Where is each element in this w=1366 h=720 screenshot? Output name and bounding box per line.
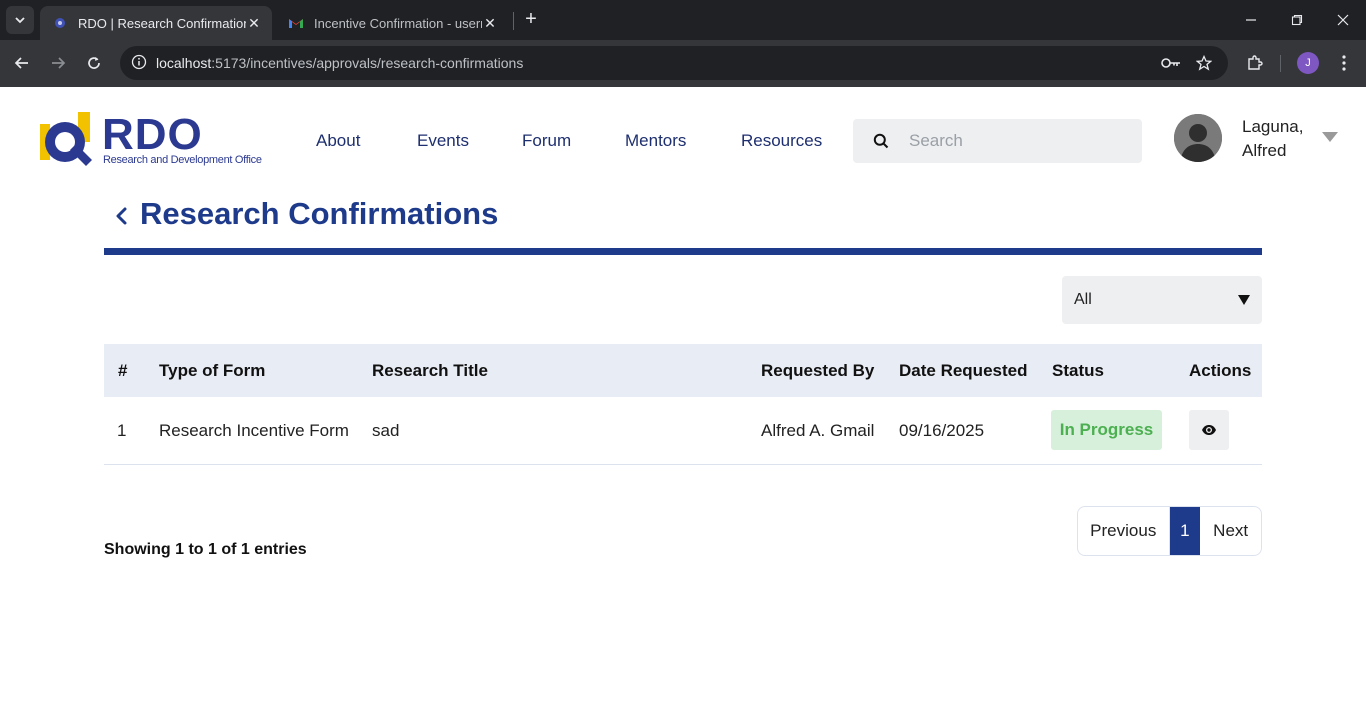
password-key-icon[interactable] xyxy=(1156,46,1186,80)
browser-tab-gmail[interactable]: Incentive Confirmation - usernu ✕ xyxy=(276,6,508,40)
page-title: Research Confirmations xyxy=(140,196,499,231)
chevron-down-icon xyxy=(15,17,25,24)
cell-requested-by: Alfred A. Gmail xyxy=(761,421,875,440)
rdo-logo[interactable]: RDO Research and Development Office xyxy=(40,112,280,172)
cell-title: sad xyxy=(372,421,400,440)
next-page-button[interactable]: Next xyxy=(1200,507,1261,555)
nav-forum[interactable]: Forum xyxy=(522,131,571,151)
close-icon xyxy=(1337,14,1349,26)
nav-about[interactable]: About xyxy=(316,131,360,151)
gmail-icon xyxy=(288,15,304,31)
toolbar-separator xyxy=(1280,55,1281,72)
user-last-name: Laguna, xyxy=(1242,117,1304,136)
more-vert-icon xyxy=(1342,55,1346,71)
cell-date: 09/16/2025 xyxy=(899,421,985,440)
column-header-number: # xyxy=(118,361,128,380)
tab-close-icon[interactable]: ✕ xyxy=(482,15,498,32)
address-bar[interactable]: localhost:5173/incentives/approvals/rese… xyxy=(120,46,1228,80)
arrow-right-icon xyxy=(52,57,66,69)
filter-selected-value: All xyxy=(1074,291,1092,308)
reload-icon xyxy=(88,57,100,69)
tab-title: RDO | Research Confirmation xyxy=(78,15,246,31)
title-divider xyxy=(104,248,1262,255)
user-name[interactable]: Laguna, Alfred xyxy=(1242,115,1303,163)
rdo-favicon-icon xyxy=(52,15,68,31)
column-header-actions: Actions xyxy=(1189,361,1252,380)
logo-wordmark: RDO xyxy=(102,110,203,159)
view-button[interactable] xyxy=(1189,410,1229,450)
minimize-icon xyxy=(1246,19,1256,21)
pagination: Previous 1 Next xyxy=(1077,506,1262,556)
page-1-button[interactable]: 1 xyxy=(1169,507,1201,555)
minimize-button[interactable] xyxy=(1228,0,1274,40)
site-search xyxy=(853,119,1142,163)
nav-mentors[interactable]: Mentors xyxy=(625,131,686,151)
restore-button[interactable] xyxy=(1274,0,1320,40)
tab-separator xyxy=(513,12,514,30)
logo-subtitle: Research and Development Office xyxy=(103,154,262,166)
table-row: 1 Research Incentive Form sad Alfred A. … xyxy=(104,397,1262,465)
column-header-status: Status xyxy=(1052,361,1104,380)
cell-type: Research Incentive Form xyxy=(159,421,349,440)
dropdown-caret-icon xyxy=(1238,295,1250,305)
table-header: # Type of Form Research Title Requested … xyxy=(104,344,1262,397)
column-header-title: Research Title xyxy=(372,361,488,380)
browser-tab-bar: RDO | Research Confirmation ✕ Incentive … xyxy=(0,0,1366,40)
profile-avatar[interactable]: J xyxy=(1297,52,1319,74)
new-tab-button[interactable]: + xyxy=(520,8,542,30)
arrow-left-icon xyxy=(14,57,28,69)
search-input[interactable] xyxy=(909,131,1129,151)
back-chevron-icon[interactable] xyxy=(112,204,134,228)
forward-button[interactable] xyxy=(45,50,71,76)
browser-tab-active[interactable]: RDO | Research Confirmation ✕ xyxy=(40,6,272,40)
extensions-button[interactable] xyxy=(1242,50,1268,76)
column-header-type: Type of Form xyxy=(159,361,266,380)
url-host: localhost xyxy=(156,55,212,71)
restore-icon xyxy=(1291,14,1303,26)
browser-toolbar: localhost:5173/incentives/approvals/rese… xyxy=(0,40,1366,87)
browser-menu-button[interactable] xyxy=(1331,50,1357,76)
status-filter-select[interactable]: All xyxy=(1062,276,1262,324)
rdo-q-logo-icon xyxy=(40,112,92,166)
column-header-date: Date Requested xyxy=(899,361,1028,380)
puzzle-icon xyxy=(1248,55,1263,70)
url-path: :5173/incentives/approvals/research-conf… xyxy=(211,55,524,71)
site-info-icon[interactable] xyxy=(122,54,156,73)
eye-icon xyxy=(1202,425,1216,435)
status-badge: In Progress xyxy=(1051,410,1162,450)
previous-page-button[interactable]: Previous xyxy=(1078,507,1170,555)
tab-search-button[interactable] xyxy=(6,6,34,34)
column-header-requested-by: Requested By xyxy=(761,361,875,380)
search-icon xyxy=(853,133,909,149)
tab-title: Incentive Confirmation - usernu xyxy=(314,15,482,31)
tab-close-icon[interactable]: ✕ xyxy=(246,15,262,32)
nav-events[interactable]: Events xyxy=(417,131,469,151)
back-button[interactable] xyxy=(9,50,35,76)
entries-summary: Showing 1 to 1 of 1 entries xyxy=(104,541,307,558)
user-first-name: Alfred xyxy=(1242,141,1287,160)
user-menu-caret-icon[interactable] xyxy=(1322,132,1338,142)
user-silhouette-icon xyxy=(1174,114,1222,162)
bookmark-star-icon[interactable] xyxy=(1189,46,1219,80)
close-window-button[interactable] xyxy=(1320,0,1366,40)
user-avatar[interactable] xyxy=(1174,114,1222,162)
cell-number: 1 xyxy=(117,421,127,440)
reload-button[interactable] xyxy=(81,50,107,76)
nav-resources[interactable]: Resources xyxy=(741,131,822,151)
url-text: localhost:5173/incentives/approvals/rese… xyxy=(156,55,523,71)
